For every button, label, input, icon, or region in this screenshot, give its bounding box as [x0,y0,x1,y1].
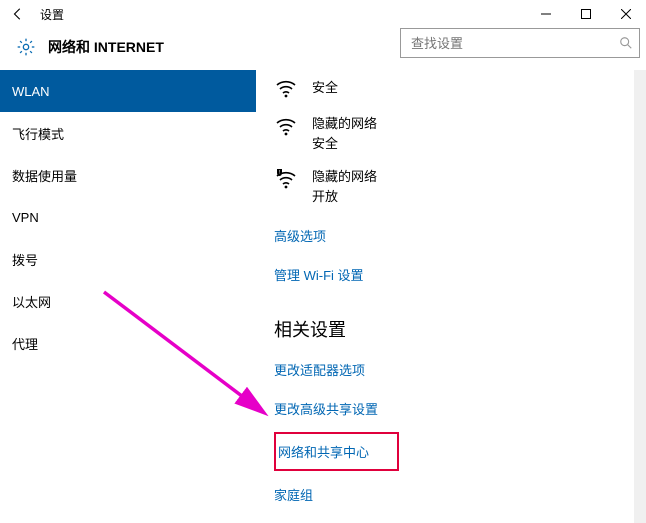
wifi-label: 安全 [312,78,338,98]
sidebar-item-ethernet[interactable]: 以太网 [0,280,256,322]
link-windows-firewall[interactable]: Windows 防火墙 [274,514,618,523]
sidebar-item-label: VPN [12,210,39,225]
sidebar-item-label: WLAN [12,84,50,99]
window-title: 设置 [32,6,64,23]
window-controls [526,0,646,28]
sidebar-item-label: 数据使用量 [12,166,77,185]
arrow-left-icon [11,7,25,21]
wifi-network-item[interactable]: 安全 [274,70,618,110]
search-icon [619,36,633,50]
close-icon [621,9,631,19]
sidebar-item-proxy[interactable]: 代理 [0,322,256,364]
link-manage-wifi[interactable]: 管理 Wi-Fi 设置 [274,255,618,294]
maximize-icon [581,9,591,19]
wifi-label-group: 隐藏的网络 开放 [312,167,377,206]
link-network-sharing-center[interactable]: 网络和共享中心 [278,438,369,465]
svg-text:!: ! [279,170,280,176]
link-homegroup[interactable]: 家庭组 [274,475,618,514]
wifi-network-item[interactable]: 隐藏的网络 安全 [274,110,618,163]
sidebar-item-data-usage[interactable]: 数据使用量 [0,154,256,196]
sidebar: WLAN 飞行模式 数据使用量 VPN 拨号 以太网 代理 [0,70,256,523]
sidebar-item-vpn[interactable]: VPN [0,196,256,238]
title-bar: 设置 [0,0,646,28]
section-heading-related: 相关设置 [274,294,618,350]
sidebar-item-label: 飞行模式 [12,124,64,143]
wifi-icon [274,114,298,138]
sidebar-item-label: 代理 [12,334,38,353]
minimize-button[interactable] [526,0,566,28]
wifi-network-item[interactable]: ! 隐藏的网络 开放 [274,163,618,216]
search-input[interactable] [409,35,619,52]
close-button[interactable] [606,0,646,28]
link-advanced-sharing[interactable]: 更改高级共享设置 [274,389,618,428]
wifi-sublabel: 开放 [312,187,377,207]
shield-overlay-icon: ! [277,169,282,176]
maximize-button[interactable] [566,0,606,28]
sidebar-item-wlan[interactable]: WLAN [0,70,256,112]
annotation-highlight: 网络和共享中心 [274,432,399,471]
wifi-sublabel: 安全 [312,134,377,154]
header: 网络和 INTERNET [0,30,646,64]
wifi-open-icon: ! [274,167,298,191]
content-pane: 安全 隐藏的网络 安全 ! [256,70,646,523]
wifi-label: 隐藏的网络 [312,114,377,134]
breadcrumb: 网络和 INTERNET [36,37,164,57]
sidebar-item-dialup[interactable]: 拨号 [0,238,256,280]
sidebar-item-airplane[interactable]: 飞行模式 [0,112,256,154]
search-box[interactable] [400,28,640,58]
sidebar-item-label: 拨号 [12,250,38,269]
wifi-icon [274,76,298,100]
minimize-icon [541,9,551,19]
link-advanced-options[interactable]: 高级选项 [274,216,618,255]
sidebar-item-label: 以太网 [12,292,51,311]
wifi-label: 隐藏的网络 [312,167,377,187]
wifi-label-group: 隐藏的网络 安全 [312,114,377,153]
link-change-adapter[interactable]: 更改适配器选项 [274,350,618,389]
gear-icon [16,37,36,57]
scrollbar-thumb[interactable] [636,70,644,102]
back-button[interactable] [4,0,32,28]
